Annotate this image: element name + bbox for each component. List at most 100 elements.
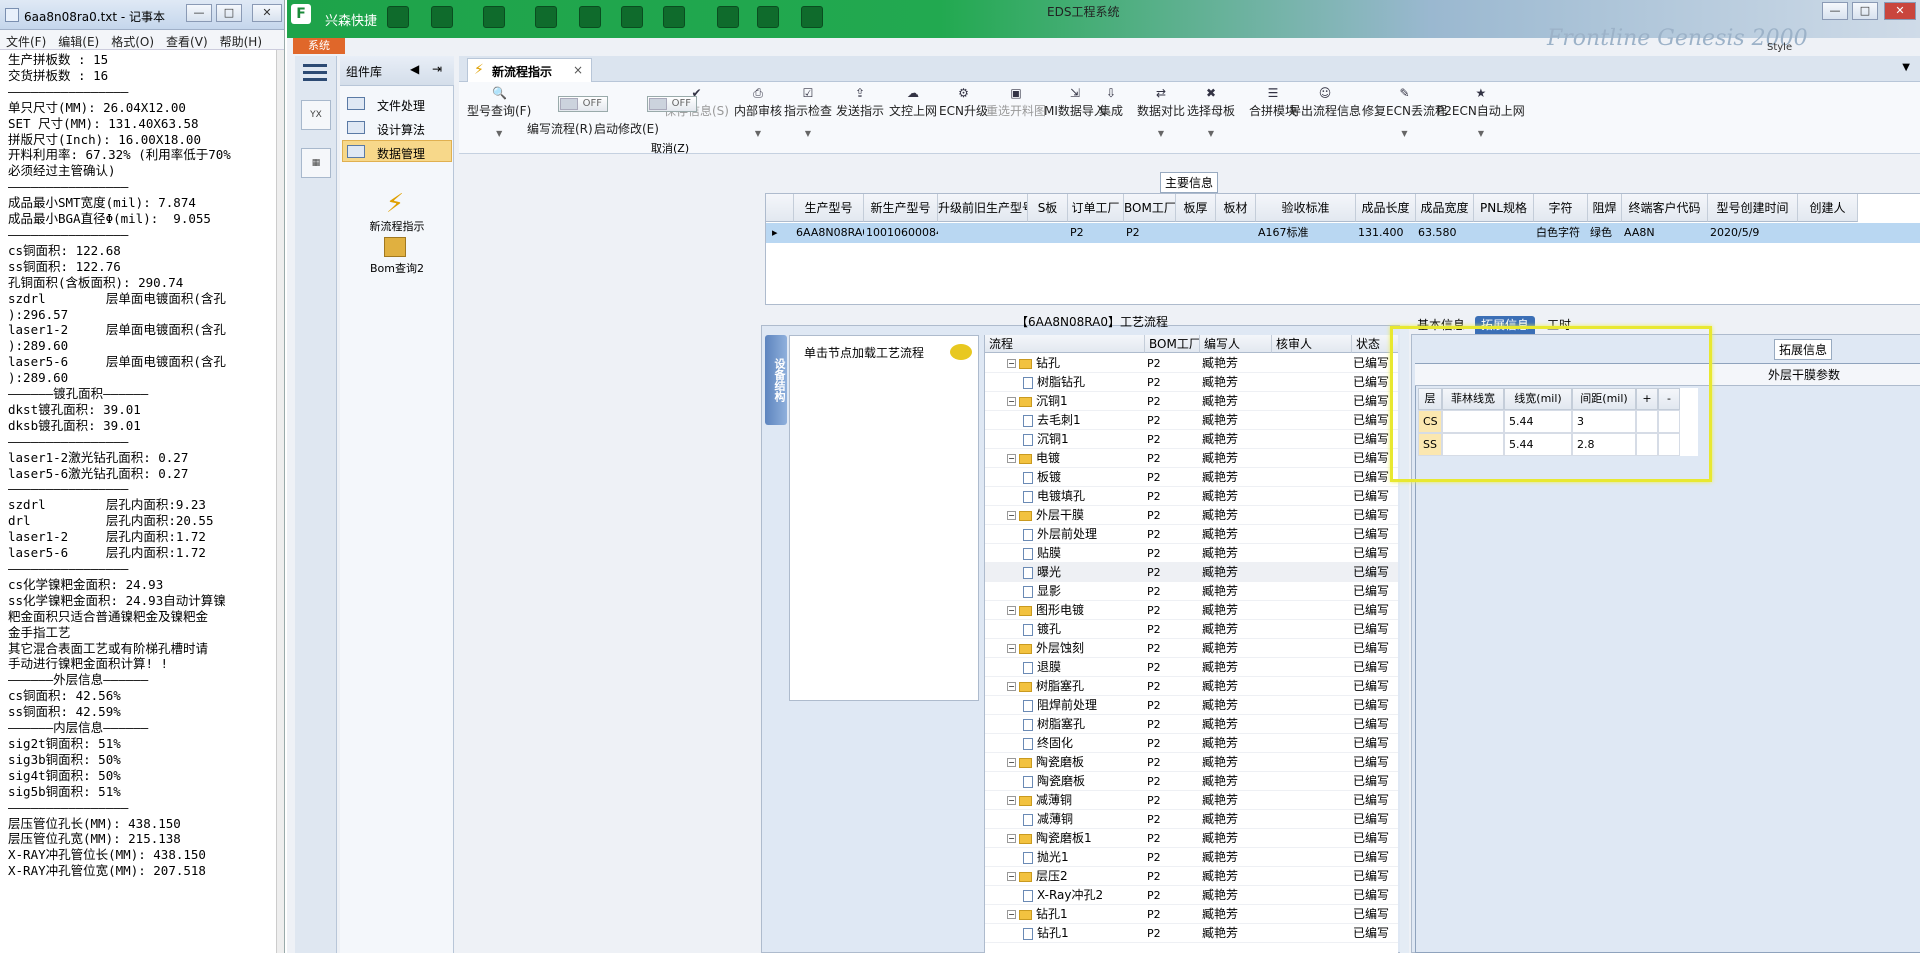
collapse-icon[interactable]: −	[1007, 796, 1016, 805]
tree-column-header[interactable]: 流程	[985, 335, 1145, 353]
globe-icon[interactable]	[431, 6, 453, 28]
column-header[interactable]: 阻焊	[1588, 194, 1622, 222]
tree-row[interactable]: 镀孔 P2 臧艳芳 已编写	[985, 620, 1398, 639]
column-header[interactable]	[766, 194, 794, 222]
tree-row[interactable]: 贴膜 P2 臧艳芳 已编写	[985, 544, 1398, 563]
tree-row[interactable]: 退膜 P2 臧艳芳 已编写	[985, 658, 1398, 677]
tree-row[interactable]: X-Ray冲孔2 P2 臧艳芳 已编写	[985, 886, 1398, 905]
tree-node[interactable]: 去毛刺1	[1023, 411, 1081, 430]
write-flow-toggle[interactable]: OFF	[558, 96, 608, 112]
column-header[interactable]: 新生产型号	[864, 194, 938, 222]
tree-node[interactable]: 终固化	[1023, 734, 1073, 753]
app-close-button[interactable]: ✕	[1884, 2, 1916, 20]
column-header[interactable]: 终端客户代码	[1622, 194, 1708, 222]
tree-node[interactable]: − 陶瓷磨板	[1007, 753, 1084, 772]
toolbar-button-15[interactable]: ☺ 导出流程信息	[1289, 86, 1361, 119]
clipboard-icon[interactable]	[621, 6, 643, 28]
tree-row[interactable]: 显影 P2 臧艳芳 已编写	[985, 582, 1398, 601]
grid-cell[interactable]	[1028, 223, 1068, 243]
tree-node[interactable]: − 减薄铜	[1007, 791, 1072, 810]
column-header[interactable]: 生产型号	[794, 194, 864, 222]
grid-cell[interactable]: A167标准	[1256, 223, 1356, 243]
grid-cell[interactable]: 白色字符	[1534, 223, 1588, 243]
chart-icon[interactable]	[757, 6, 779, 28]
tree-node[interactable]: − 图形电镀	[1007, 601, 1084, 620]
collapse-icon[interactable]: −	[1007, 606, 1016, 615]
tree-row[interactable]: − 陶瓷磨板 P2 臧艳芳 已编写	[985, 753, 1398, 772]
grid-cell[interactable]	[1474, 223, 1534, 243]
menu-help[interactable]: 帮助(H)	[214, 30, 268, 53]
close-icon[interactable]: ×	[573, 63, 583, 77]
tree-row[interactable]: 外层前处理 P2 臧艳芳 已编写	[985, 525, 1398, 544]
maximize-button[interactable]: □	[216, 4, 242, 22]
dropdown-arrow-icon[interactable]: ▼	[467, 129, 531, 138]
close-button[interactable]: ✕	[252, 4, 282, 22]
collapse-icon[interactable]: −	[1007, 511, 1016, 520]
bom-query-shortcut[interactable]: Bom查询2	[362, 260, 432, 276]
chevron-down-icon[interactable]: ▼	[1902, 62, 1910, 73]
tree-node[interactable]: − 外层干膜	[1007, 506, 1084, 525]
tree-node[interactable]: 阻焊前处理	[1023, 696, 1097, 715]
grid-cell[interactable]	[1176, 223, 1216, 243]
tree-node[interactable]: 树脂钻孔	[1023, 373, 1085, 392]
collapse-icon[interactable]: −	[1007, 359, 1016, 368]
tree-row[interactable]: 沉铜1 P2 臧艳芳 已编写	[985, 430, 1398, 449]
tree-row[interactable]: 曝光 P2 臧艳芳 已编写	[985, 563, 1398, 582]
list-icon[interactable]	[663, 6, 685, 28]
tree-row[interactable]: 电镀填孔 P2 臧艳芳 已编写	[985, 487, 1398, 506]
tree-node[interactable]: − 电镀	[1007, 449, 1060, 468]
tree-row[interactable]: 抛光1 P2 臧艳芳 已编写	[985, 848, 1398, 867]
tree-node[interactable]: − 树脂塞孔	[1007, 677, 1084, 696]
toolbar-button-17[interactable]: ★ P2ECN自动上网 ▼	[1437, 86, 1525, 138]
toolbar-button-5[interactable]: ☑ 指示检查 ▼	[784, 86, 832, 138]
column-header[interactable]: PNL规格	[1474, 194, 1534, 222]
tree-row[interactable]: − 外层蚀刻 P2 臧艳芳 已编写	[985, 639, 1398, 658]
arrow-left-icon[interactable]: ◀	[410, 62, 419, 76]
tree-column-header[interactable]: BOM工厂	[1145, 335, 1200, 353]
dropdown-arrow-icon[interactable]: ▼	[1137, 129, 1185, 138]
grid-cell[interactable]: 绿色	[1588, 223, 1622, 243]
tree-node[interactable]: 抛光1	[1023, 848, 1069, 867]
menu-edit[interactable]: 编辑(E)	[52, 30, 105, 53]
tree-node[interactable]: − 钻孔1	[1007, 905, 1068, 924]
start-edit-toggle[interactable]: OFF	[647, 96, 697, 112]
collapse-icon[interactable]: −	[1007, 682, 1016, 691]
system-tab[interactable]: 系统	[293, 38, 345, 54]
collapse-icon[interactable]: −	[1007, 910, 1016, 919]
column-header[interactable]: 创建人	[1798, 194, 1858, 222]
lightning-icon[interactable]: ⚡	[384, 190, 406, 220]
tree-node[interactable]: 陶瓷磨板	[1023, 772, 1085, 791]
tree-node[interactable]: 外层前处理	[1023, 525, 1097, 544]
new-flow-shortcut[interactable]: 新流程指示	[362, 218, 432, 234]
column-header[interactable]: 成品长度	[1356, 194, 1416, 222]
toolbar-button-7[interactable]: ☁ 文控上网	[889, 86, 937, 119]
column-header[interactable]: 升级前旧生产型号	[938, 194, 1028, 222]
dropdown-arrow-icon[interactable]: ▼	[734, 129, 782, 138]
collapse-icon[interactable]: −	[1007, 758, 1016, 767]
dropdown-arrow-icon[interactable]: ▼	[1362, 129, 1447, 138]
tree-row[interactable]: − 陶瓷磨板1 P2 臧艳芳 已编写	[985, 829, 1398, 848]
minimize-button[interactable]: —	[186, 4, 212, 22]
column-header[interactable]: S板	[1028, 194, 1068, 222]
tree-node[interactable]: 贴膜	[1023, 544, 1061, 563]
tree-node[interactable]: − 钻孔	[1007, 354, 1060, 373]
folder-open-icon[interactable]	[384, 237, 406, 257]
tree-row[interactable]: 阻焊前处理 P2 臧艳芳 已编写	[985, 696, 1398, 715]
tree-row[interactable]: − 钻孔 P2 臧艳芳 已编写	[985, 354, 1398, 373]
toolbar-button-0[interactable]: 🔍 型号查询(F) ▼	[467, 86, 531, 138]
grid-cell[interactable]: 63.580	[1416, 223, 1474, 243]
column-header[interactable]: 订单工厂	[1068, 194, 1124, 222]
grid-cell[interactable]: 10010600084004	[864, 223, 938, 243]
app-maximize-button[interactable]: □	[1852, 2, 1878, 20]
tree-node[interactable]: 退膜	[1023, 658, 1061, 677]
film-icon[interactable]	[579, 6, 601, 28]
grid-icon[interactable]	[483, 6, 505, 28]
style-menu[interactable]: Style	[1767, 42, 1792, 53]
tree-node[interactable]: 曝光	[1023, 563, 1061, 582]
toolbar-button-13[interactable]: ✖ 选择母板 ▼	[1187, 86, 1235, 138]
dropdown-arrow-icon[interactable]: ▼	[784, 129, 832, 138]
column-header[interactable]: 板厚	[1176, 194, 1216, 222]
calculator-icon[interactable]: ▦	[301, 148, 331, 178]
tree-row[interactable]: 树脂塞孔 P2 臧艳芳 已编写	[985, 715, 1398, 734]
tree-row[interactable]: − 外层干膜 P2 臧艳芳 已编写	[985, 506, 1398, 525]
